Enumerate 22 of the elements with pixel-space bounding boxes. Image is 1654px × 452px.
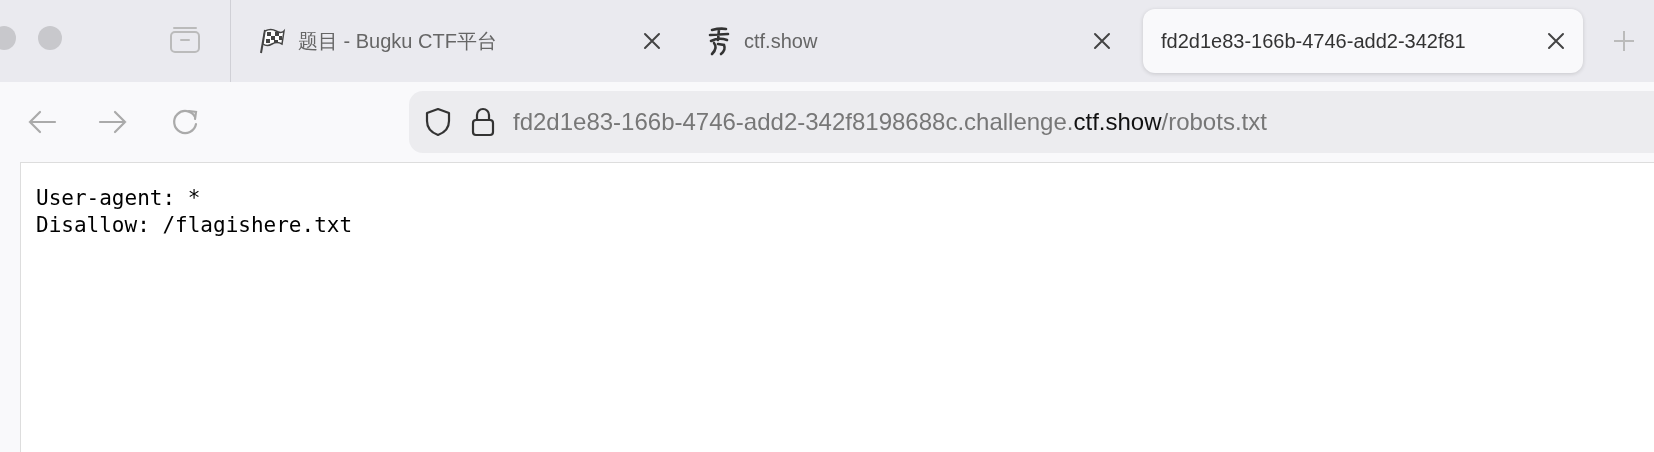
brush-stroke-icon xyxy=(706,26,732,56)
back-arrow-icon[interactable] xyxy=(27,109,57,135)
lock-icon[interactable] xyxy=(469,106,497,138)
window-control[interactable] xyxy=(38,26,62,50)
address-bar[interactable]: fd2d1e83-166b-4746-add2-342f8198688c.challenge.ctf.show/robots.txt xyxy=(409,91,1654,153)
text-line: User-agent: * xyxy=(36,185,202,212)
browser-tab[interactable]: fd2d1e83-166b-4746-add2-342f81 xyxy=(1143,9,1583,73)
browser-tab[interactable]: ctf.show xyxy=(681,9,1131,73)
shield-icon[interactable] xyxy=(423,106,453,138)
reload-icon[interactable] xyxy=(170,107,200,137)
tab-title: 题目 - Bugku CTF平台 xyxy=(298,29,498,54)
close-icon[interactable] xyxy=(643,32,661,50)
tab-title: fd2d1e83-166b-4746-add2-342f81 xyxy=(1161,29,1467,54)
plus-icon[interactable] xyxy=(1613,30,1635,52)
close-icon[interactable] xyxy=(1093,32,1111,50)
close-icon[interactable] xyxy=(1547,32,1565,50)
tab-box-icon[interactable] xyxy=(168,24,202,54)
url-text: fd2d1e83-166b-4746-add2-342f8198688c.challenge.ctf.show/robots.txt xyxy=(513,107,1267,137)
forward-arrow-icon[interactable] xyxy=(98,109,128,135)
browser-tab[interactable]: 题目 - Bugku CTF平台 xyxy=(231,9,681,73)
tab-title: ctf.show xyxy=(744,29,819,54)
text-line: Disallow: /flagishere.txt xyxy=(36,212,354,239)
